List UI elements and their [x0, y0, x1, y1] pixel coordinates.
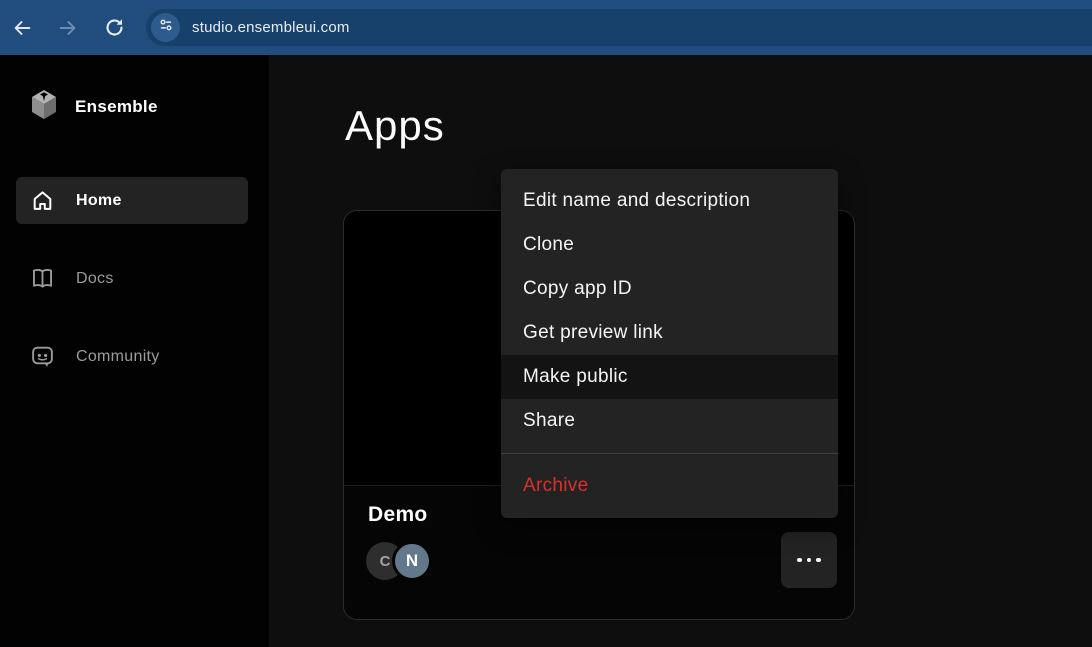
- reload-button[interactable]: [97, 11, 131, 45]
- forward-button[interactable]: [51, 11, 85, 45]
- sidebar: Ensemble Home Docs: [0, 55, 269, 647]
- sidebar-item-label: Home: [76, 192, 122, 210]
- home-icon: [29, 188, 55, 213]
- site-settings-button[interactable]: [151, 13, 180, 42]
- ensemble-logo-icon: [30, 89, 58, 125]
- reload-icon: [104, 17, 125, 38]
- back-button[interactable]: [5, 11, 39, 45]
- menu-item-copy-app-id[interactable]: Copy app ID: [501, 267, 838, 311]
- avatar-initial: C: [380, 553, 391, 570]
- menu-item-clone[interactable]: Clone: [501, 223, 838, 267]
- brand-label: Ensemble: [75, 97, 158, 117]
- brand[interactable]: Ensemble: [30, 89, 158, 125]
- app-context-menu: Edit name and description Clone Copy app…: [501, 169, 838, 518]
- app-more-options-button[interactable]: [781, 532, 837, 588]
- docs-book-icon: [29, 266, 55, 291]
- sidebar-item-docs[interactable]: Docs: [16, 255, 248, 302]
- sidebar-item-label: Docs: [76, 270, 114, 288]
- url-text: studio.ensembleui.com: [192, 19, 350, 36]
- menu-item-get-preview-link[interactable]: Get preview link: [501, 311, 838, 355]
- menu-item-share[interactable]: Share: [501, 399, 838, 443]
- avatar-initial: N: [406, 551, 418, 571]
- sidebar-item-label: Community: [76, 348, 160, 366]
- app-name: Demo: [368, 503, 428, 527]
- menu-item-archive[interactable]: Archive: [501, 464, 838, 508]
- page-title: Apps: [345, 102, 445, 150]
- avatar-group: C N: [366, 541, 432, 581]
- address-bar[interactable]: studio.ensembleui.com: [146, 9, 1092, 46]
- browser-toolbar: studio.ensembleui.com: [0, 0, 1092, 55]
- sidebar-item-home[interactable]: Home: [16, 177, 248, 224]
- discord-icon: [29, 344, 55, 369]
- ellipsis-icon: [797, 558, 802, 563]
- ellipsis-icon: [816, 558, 821, 563]
- back-icon: [11, 17, 33, 39]
- avatar[interactable]: N: [392, 541, 432, 581]
- menu-divider: [501, 453, 838, 454]
- ellipsis-icon: [807, 558, 812, 563]
- sidebar-item-community[interactable]: Community: [16, 333, 248, 380]
- menu-item-edit-name[interactable]: Edit name and description: [501, 179, 838, 223]
- menu-item-make-public[interactable]: Make public: [501, 355, 838, 399]
- sidebar-nav: Home Docs Community: [16, 177, 248, 411]
- site-settings-icon: [158, 17, 174, 38]
- forward-icon: [57, 17, 79, 39]
